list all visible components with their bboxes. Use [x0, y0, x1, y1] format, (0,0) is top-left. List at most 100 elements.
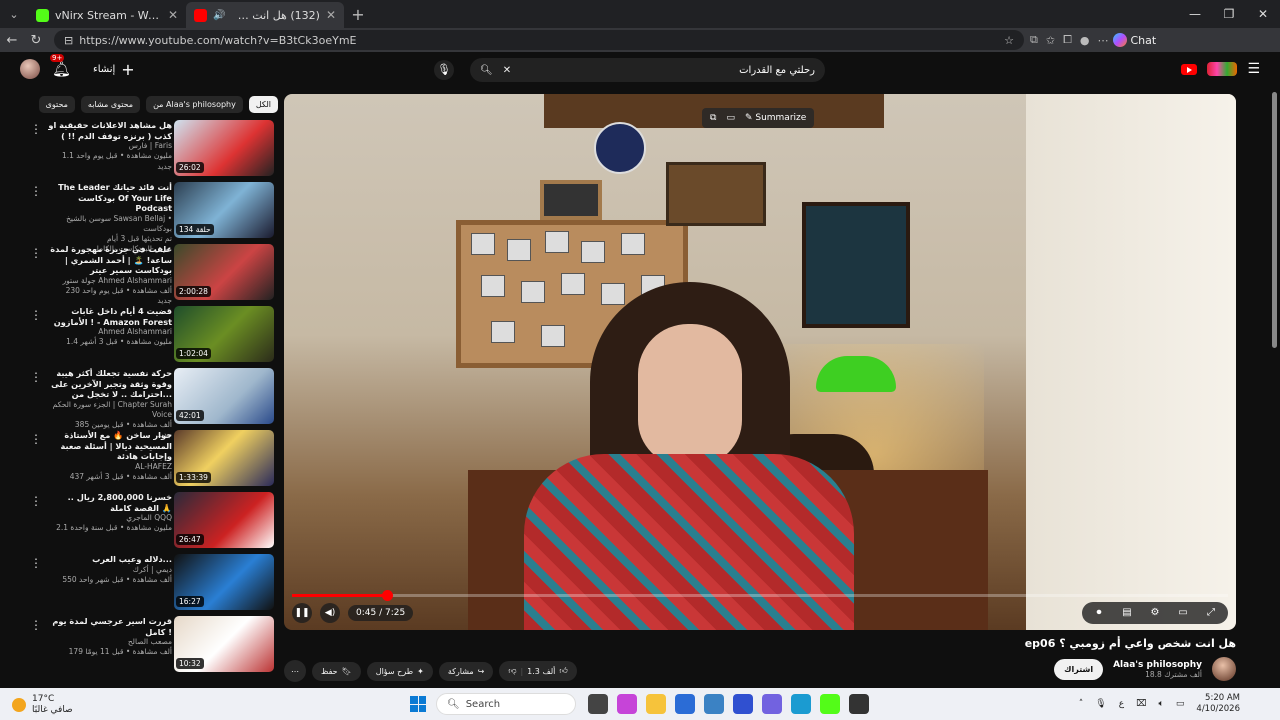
clear-search-icon[interactable]: ✕	[503, 65, 511, 76]
profile-icon[interactable]: ●	[1080, 34, 1090, 47]
create-button[interactable]: إنشاء +	[93, 60, 135, 79]
kick-icon[interactable]	[820, 694, 840, 714]
more-menu-icon[interactable]: ⋯	[1098, 34, 1109, 47]
youtube-logo[interactable]	[1181, 63, 1198, 75]
more-options-icon[interactable]: ⋮	[28, 366, 44, 428]
save-button[interactable]: حفظ 🔖︎	[312, 661, 361, 681]
collections-icon[interactable]: ⧠	[1063, 33, 1072, 47]
store-icon[interactable]	[675, 694, 695, 714]
channel-name[interactable]: فارس | Faris	[44, 141, 172, 151]
close-tab-icon[interactable]: ✕	[168, 8, 178, 22]
channel-avatar[interactable]	[1212, 657, 1236, 681]
video-title[interactable]: علقت في جزيرة مهجورة لمدة ساعة! 🏝️ | أحم…	[44, 244, 172, 276]
ask-button[interactable]: طرح سؤال ✦	[366, 661, 433, 681]
video-thumbnail[interactable]: 1:02:04	[174, 306, 274, 362]
taskbar-clock[interactable]: 5:20 AM 4/10/2026	[1196, 693, 1240, 714]
chip-similar[interactable]: محتوى مشابه	[80, 95, 141, 113]
channel-name[interactable]: سوسن بالشيخ Sawsan Bellaj • بودكاست	[44, 214, 172, 234]
youtube-doodle[interactable]	[1207, 62, 1238, 76]
list-item[interactable]: ⋮ دلاله وعيب العرب... ديمي | أكرك 550 أل…	[28, 552, 278, 614]
extension-icon[interactable]: ⧉	[1030, 33, 1038, 47]
microphone-icon[interactable]: 🎙	[1095, 699, 1106, 709]
chip-from-channel[interactable]: من Alaa's philosophy	[146, 95, 243, 113]
speaker-icon[interactable]: 🔊	[213, 10, 225, 21]
screenshot-icon[interactable]: ⧉	[710, 113, 716, 123]
channel-name[interactable]: الجزء سورة الحكم | Chapter Surah Voice	[44, 400, 172, 420]
video-title[interactable]: The Leader أنت قائد حياتك بودكاست Of You…	[44, 182, 172, 214]
battery-icon[interactable]: ▭	[1176, 699, 1185, 709]
progress-bar[interactable]	[292, 590, 1228, 601]
more-options-icon[interactable]: ⋮	[28, 490, 44, 552]
copilot-app-icon[interactable]	[617, 694, 637, 714]
video-thumbnail[interactable]: 16:27	[174, 554, 274, 610]
list-item[interactable]: ⋮ حركة نفسية تجعلك أكثر هيبة وقوة وثقة و…	[28, 366, 278, 439]
minimize-icon[interactable]: —	[1178, 7, 1212, 21]
more-options-icon[interactable]: ⋮	[28, 614, 44, 676]
video-thumbnail[interactable]: 1:33:39	[174, 430, 274, 486]
list-item[interactable]: ⋮ خسرنا 2,800,000 ريال .. القصة كاملة 🙏 …	[28, 490, 278, 552]
channel-name[interactable]: مصعب الصالح	[44, 637, 172, 647]
list-item[interactable]: ⋮ علقت في جزيرة مهجورة لمدة ساعة! 🏝️ | أ…	[28, 242, 278, 305]
language-indicator[interactable]: ع	[1119, 699, 1124, 709]
video-options-icon[interactable]: ▭	[726, 113, 735, 123]
autoplay-toggle-icon[interactable]: ⏺	[1088, 604, 1110, 622]
video-title[interactable]: حركة نفسية تجعلك أكثر هيبة وقوة وثقة وتج…	[44, 368, 172, 400]
video-thumbnail[interactable]: 2:00:28	[174, 244, 274, 300]
video-thumbnail[interactable]: 10:32	[174, 616, 274, 672]
close-window-icon[interactable]: ✕	[1246, 7, 1280, 21]
channel-name[interactable]: ديمي | أكرك	[44, 565, 172, 575]
more-options-icon[interactable]: ⋮	[28, 428, 44, 490]
video-title[interactable]: هل مشاهد الاعلانات حقيقية او كذب ( برنزه…	[44, 120, 172, 141]
more-options-icon[interactable]: ⋮	[28, 552, 44, 614]
list-item[interactable]: ⋮ حوار ساخن 🔥 مع الأستاذة المسيحية ديالا…	[28, 428, 278, 490]
dislike-icon[interactable]: 👎︎	[508, 666, 516, 676]
channel-name[interactable]: الماجري QQQ	[44, 513, 172, 523]
more-options-icon[interactable]: ⋮	[28, 180, 44, 242]
fullscreen-icon[interactable]: ⤢	[1200, 604, 1222, 622]
video-title[interactable]: قضيت 4 أيام داخل غابات الأمازون ! - Amaz…	[44, 306, 172, 327]
app-icon[interactable]	[733, 694, 753, 714]
video-thumbnail[interactable]: 26:47	[174, 492, 274, 548]
voice-search-icon[interactable]: 🎙	[434, 60, 454, 80]
guide-menu-icon[interactable]: ☰	[1247, 61, 1260, 77]
video-thumbnail[interactable]: 26:02	[174, 120, 274, 176]
file-explorer-icon[interactable]	[646, 694, 666, 714]
channel-name[interactable]: AL-HAFEZ	[44, 462, 172, 472]
browser-tab-kick[interactable]: vNirx Stream - Watch Live on Kick ✕	[28, 2, 186, 28]
list-item[interactable]: ⋮ قررت اسير عرجسي لمدة يوم كامل ! مصعب ا…	[28, 614, 278, 676]
video-title[interactable]: قررت اسير عرجسي لمدة يوم كامل !	[44, 616, 172, 637]
video-player[interactable]: ⧉ ▭ ✎ Summarize ❚❚ ◀) 0:45 / 7:25 ⏺ ▤ ⚙ …	[284, 94, 1236, 630]
more-options-icon[interactable]: ⋮	[28, 118, 44, 180]
favorites-icon[interactable]: ✩	[1046, 34, 1055, 47]
windows-start-icon[interactable]	[410, 696, 426, 712]
discord-icon[interactable]	[762, 694, 782, 714]
taskbar-search[interactable]: 🔍︎ Search	[436, 693, 576, 715]
chip-content[interactable]: محتوى	[38, 95, 75, 113]
chip-all[interactable]: الكل	[248, 95, 278, 113]
settings-gear-icon[interactable]: ⚙	[1144, 604, 1166, 622]
edge-icon[interactable]	[791, 694, 811, 714]
notifications-button[interactable]: 🔔︎ 9+	[50, 54, 71, 78]
back-icon[interactable]: ←	[0, 33, 24, 48]
channel-name[interactable]: Ahmed Alshammari	[44, 327, 172, 337]
app-icon-2[interactable]	[849, 694, 869, 714]
refresh-icon[interactable]: ↻	[24, 33, 48, 48]
volume-icon[interactable]: ◀)	[320, 603, 340, 623]
browser-tab-youtube[interactable]: 🔊 (132) هل انت شخص واعي أم ز ✕	[186, 2, 344, 28]
video-title[interactable]: خسرنا 2,800,000 ريال .. القصة كاملة 🙏	[44, 492, 172, 513]
like-icon[interactable]: 👍︎	[559, 666, 567, 676]
weather-widget[interactable]: 17°C صافي غالبًا	[12, 694, 73, 716]
favorite-star-icon[interactable]: ☆	[1004, 34, 1014, 47]
list-item[interactable]: ⋮ The Leader أنت قائد حياتك بودكاست Of Y…	[28, 180, 278, 253]
network-icon[interactable]: ⌧	[1136, 699, 1146, 709]
subscribe-button[interactable]: اشتراك	[1054, 658, 1104, 680]
channel-name[interactable]: Alaa's philosophy	[1113, 660, 1202, 670]
copilot-chat-button[interactable]: Chat	[1112, 33, 1156, 47]
new-tab-button[interactable]: +	[344, 2, 372, 28]
site-info-icon[interactable]: ⊟	[64, 34, 73, 47]
more-actions-icon[interactable]: ⋯	[284, 660, 306, 682]
scrubber-handle[interactable]	[381, 590, 393, 601]
list-item[interactable]: ⋮ قضيت 4 أيام داخل غابات الأمازون ! - Am…	[28, 304, 278, 366]
url-field[interactable]: ⊟ https://www.youtube.com/watch?v=B3tCk3…	[54, 30, 1024, 50]
video-title[interactable]: دلاله وعيب العرب...	[44, 554, 172, 565]
